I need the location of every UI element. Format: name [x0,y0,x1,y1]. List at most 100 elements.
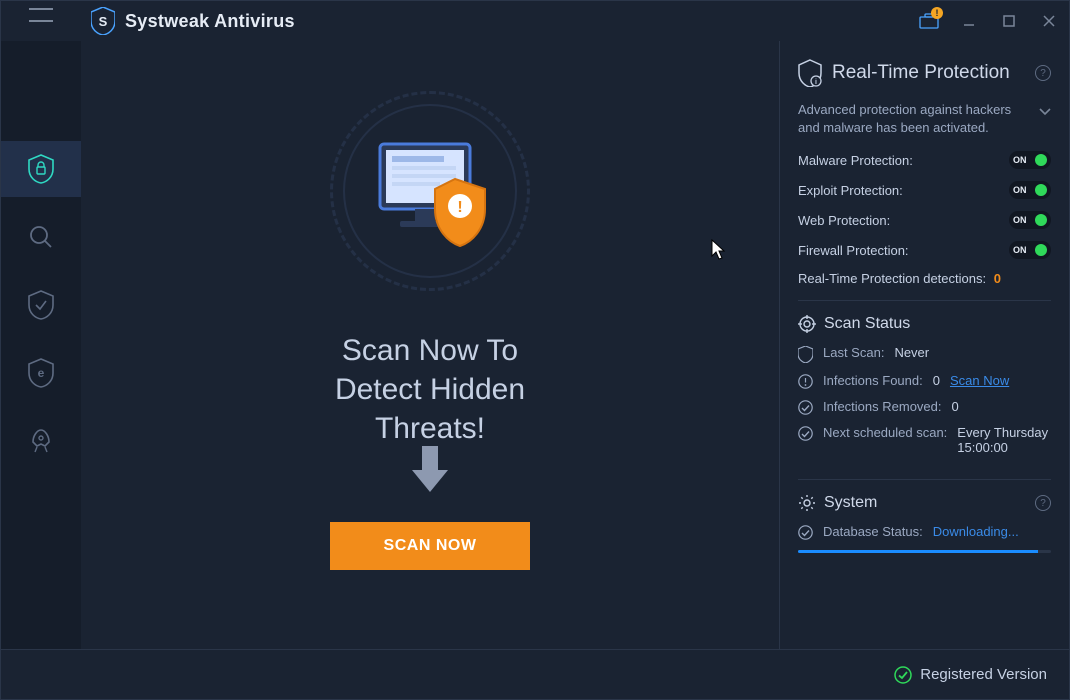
main-content: ! Scan Now To Detect Hidden Threats! SCA… [81,41,779,649]
chevron-down-icon [1039,108,1051,116]
system-title: System [824,494,877,512]
last-scan-label: Last Scan: [823,345,884,360]
scan-now-button[interactable]: SCAN NOW [330,522,530,570]
rocket-icon [28,428,54,454]
briefcase-badge: ! [931,7,943,19]
browser-shield-icon: e [28,358,54,388]
toggle-exploit: Exploit Protection: ON [798,181,1051,199]
toggle-state: ON [1013,215,1027,225]
hero-line1: Scan Now To [335,331,525,370]
gear-icon [798,494,816,512]
toggle-firewall-switch[interactable]: ON [1009,241,1051,259]
svg-text:S: S [99,14,108,29]
toggle-malware: Malware Protection: ON [798,151,1051,169]
toggle-label: Firewall Protection: [798,243,909,258]
next-scan-value-1: Every Thursday [957,425,1048,440]
svg-text:!: ! [457,199,462,216]
shield-check-icon [28,290,54,320]
shield-info-icon: i [798,59,822,87]
infections-found-label: Infections Found: [823,373,923,388]
next-scan-label: Next scheduled scan: [823,425,947,440]
scan-now-link[interactable]: Scan Now [950,373,1009,388]
rtp-detections: Real-Time Protection detections: 0 [798,271,1051,286]
app-logo: S Systweak Antivirus [91,7,909,35]
detections-label: Real-Time Protection detections: [798,271,986,286]
check-circle-icon [894,666,912,684]
rtp-expand-button[interactable] [1039,104,1051,121]
db-status-label: Database Status: [823,524,923,539]
side-panel: i Real-Time Protection ? Advanced protec… [779,41,1069,649]
infections-found-value: 0 [933,373,940,388]
toggle-state: ON [1013,155,1027,165]
svg-text:i: i [815,79,817,86]
maximize-icon [1002,14,1016,28]
app-title: Systweak Antivirus [125,11,295,32]
detections-value: 0 [994,271,1001,286]
shield-small-icon [798,346,813,363]
infections-removed-label: Infections Removed: [823,399,942,414]
db-status-row: Database Status: Downloading... [798,524,1051,540]
last-scan-value: Never [894,345,929,360]
cursor-icon [711,239,727,261]
hero-line3: Threats! [335,409,525,448]
hero-text: Scan Now To Detect Hidden Threats! [335,331,525,448]
monitor-shield-icon: ! [360,134,500,269]
shield-lock-icon [28,154,54,184]
title-bar: S Systweak Antivirus ! [1,1,1069,41]
last-scan-row: Last Scan: Never [798,345,1051,363]
toggle-label: Web Protection: [798,213,890,228]
scan-status-title: Scan Status [824,315,910,333]
infections-removed-value: 0 [952,399,959,414]
toggle-web-switch[interactable]: ON [1009,211,1051,229]
toggle-malware-switch[interactable]: ON [1009,151,1051,169]
nav-shield[interactable] [1,277,81,333]
menu-button[interactable] [1,1,81,41]
maximize-button[interactable] [989,1,1029,41]
nav-browser[interactable]: e [1,345,81,401]
footer: Registered Version [1,649,1069,699]
toggle-web: Web Protection: ON [798,211,1051,229]
info-circle-icon [798,374,813,389]
toggle-exploit-switch[interactable]: ON [1009,181,1051,199]
infections-removed-row: Infections Removed: 0 [798,399,1051,415]
briefcase-button[interactable]: ! [909,1,949,41]
nav-optimize[interactable] [1,413,81,469]
system-section: System ? Database Status: Downloading... [798,494,1051,567]
check-circle-icon [798,400,813,415]
sidebar: e [1,41,81,649]
infections-found-row: Infections Found: 0 Scan Now [798,373,1051,389]
svg-text:e: e [38,366,45,380]
app-window: S Systweak Antivirus ! [0,0,1070,700]
close-button[interactable] [1029,1,1069,41]
db-progress [798,550,1051,553]
next-scan-row: Next scheduled scan: Every Thursday 15:0… [798,425,1051,455]
target-icon [798,315,816,333]
registered-label: Registered Version [920,666,1047,683]
toggle-firewall: Firewall Protection: ON [798,241,1051,259]
toggle-label: Exploit Protection: [798,183,903,198]
hero-graphic: ! [300,91,560,311]
check-circle-icon [798,426,813,441]
rtp-title: Real-Time Protection [832,62,1010,84]
toggle-state: ON [1013,185,1027,195]
toggle-label: Malware Protection: [798,153,913,168]
scan-status-section: Scan Status Last Scan: Never Infections … [798,315,1051,480]
shield-logo-icon: S [91,7,115,35]
check-circle-icon [798,525,813,540]
rtp-help-button[interactable]: ? [1035,65,1051,81]
rtp-description: Advanced protection against hackers and … [798,101,1029,137]
system-help-button[interactable]: ? [1035,495,1051,511]
minimize-icon [962,14,976,28]
toggle-state: ON [1013,245,1027,255]
hero-line2: Detect Hidden [335,370,525,409]
close-icon [1042,14,1056,28]
rtp-section: i Real-Time Protection ? Advanced protec… [798,59,1051,301]
minimize-button[interactable] [949,1,989,41]
search-icon [28,224,54,250]
window-controls: ! [909,1,1069,41]
db-status-value: Downloading... [933,524,1019,539]
nav-protection[interactable] [1,141,81,197]
nav-search[interactable] [1,209,81,265]
arrow-down-icon [412,470,448,492]
next-scan-value-2: 15:00:00 [957,440,1048,455]
